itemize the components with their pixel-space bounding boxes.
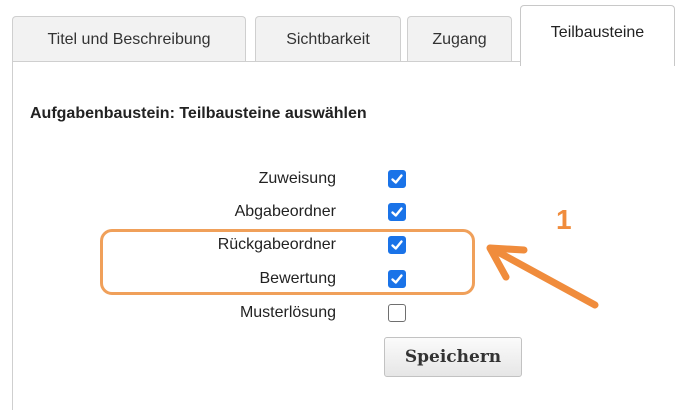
tab-label: Sichtbarkeit: [286, 31, 370, 48]
option-label-musterloesung: Musterlösung: [239, 304, 336, 321]
tab-titel-und-beschreibung[interactable]: Titel und Beschreibung: [12, 16, 246, 62]
tab-sichtbarkeit[interactable]: Sichtbarkeit: [255, 16, 401, 62]
tab-zugang[interactable]: Zugang: [407, 16, 512, 62]
checkbox-musterloesung[interactable]: [388, 304, 406, 322]
tab-dialog: Titel und Beschreibung Sichtbarkeit Zuga…: [0, 0, 675, 410]
checkbox-abgabeordner[interactable]: [388, 203, 406, 221]
option-label-zuweisung: Zuweisung: [258, 170, 336, 187]
highlight-box: [100, 229, 475, 295]
section-heading: Aufgabenbaustein: Teilbausteine auswähle…: [30, 105, 367, 122]
option-label-abgabeordner: Abgabeordner: [234, 203, 336, 220]
tab-label: Teilbausteine: [550, 24, 645, 41]
annotation-arrow-icon: [486, 244, 599, 309]
save-button[interactable]: Speichern: [384, 337, 522, 377]
tab-teilbausteine[interactable]: Teilbausteine: [520, 5, 675, 66]
annotation-number: 1: [556, 204, 572, 235]
tab-label: Titel und Beschreibung: [47, 31, 211, 48]
checkmark-icon: [391, 174, 403, 184]
checkmark-icon: [391, 207, 403, 217]
tab-label: Zugang: [432, 31, 487, 48]
checkbox-zuweisung[interactable]: [388, 170, 406, 188]
